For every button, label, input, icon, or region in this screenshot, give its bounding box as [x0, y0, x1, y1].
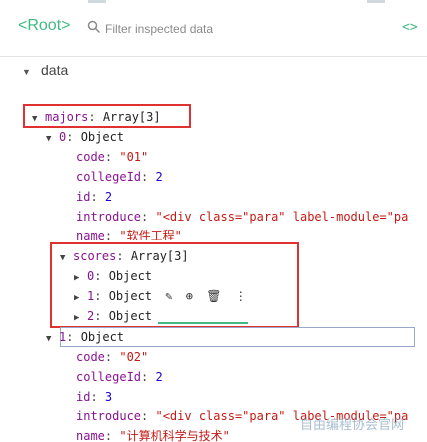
key-id: id: [76, 190, 91, 204]
key-name: name: [76, 229, 105, 240]
data-tree: ▼ majors: Array[3] ▼ 0: Object code: "01" …: [0, 0, 427, 442]
value-code: "01": [119, 150, 149, 164]
tree-row-id[interactable]: id: 2: [76, 187, 112, 207]
tree-row-code[interactable]: code: "02": [76, 347, 148, 367]
tree-row-collegeId[interactable]: collegeId: 2: [76, 367, 163, 387]
tree-row-name[interactable]: name: "软件工程": [76, 226, 182, 240]
tree-row-introduce[interactable]: introduce: "<div class="para" label-modu…: [76, 207, 408, 227]
value-collegeId: 2: [155, 370, 163, 384]
tree-row-name[interactable]: name: "计算机科学与技术": [76, 426, 230, 442]
tree-row-item0[interactable]: ▼ 0: Object: [46, 127, 124, 147]
value-name: "软件工程": [119, 229, 182, 240]
watermark: 自由编程协会官网: [300, 417, 405, 432]
value-code: "02": [119, 350, 149, 364]
value-introduce: "<div class="para" label-module="pa: [155, 210, 409, 224]
highlight-box-scores: [50, 242, 299, 328]
key-collegeId: collegeId: [76, 370, 142, 384]
type-item1: Object: [80, 330, 125, 344]
type-item0: Object: [80, 130, 125, 144]
key-id: id: [76, 390, 91, 404]
key-code: code: [76, 150, 105, 164]
tree-row-item1[interactable]: ▼ 1: Object: [46, 327, 124, 347]
key-collegeId: collegeId: [76, 170, 142, 184]
edit-underline: [158, 322, 248, 324]
tree-row-collegeId[interactable]: collegeId: 2: [76, 167, 163, 187]
key-name: name: [76, 429, 105, 442]
value-id: 2: [104, 190, 113, 204]
key-code: code: [76, 350, 105, 364]
value-id: 3: [104, 390, 113, 404]
tree-row-code[interactable]: code: "01": [76, 147, 148, 167]
chevron-down-icon: ▼: [46, 334, 52, 344]
value-collegeId: 2: [155, 170, 163, 184]
tree-row-id[interactable]: id: 3: [76, 387, 112, 407]
value-name: "计算机科学与技术": [119, 429, 230, 442]
key-introduce: introduce: [76, 409, 142, 423]
highlight-box-majors: [23, 104, 191, 128]
chevron-down-icon: ▼: [46, 134, 52, 144]
key-introduce: introduce: [76, 210, 142, 224]
